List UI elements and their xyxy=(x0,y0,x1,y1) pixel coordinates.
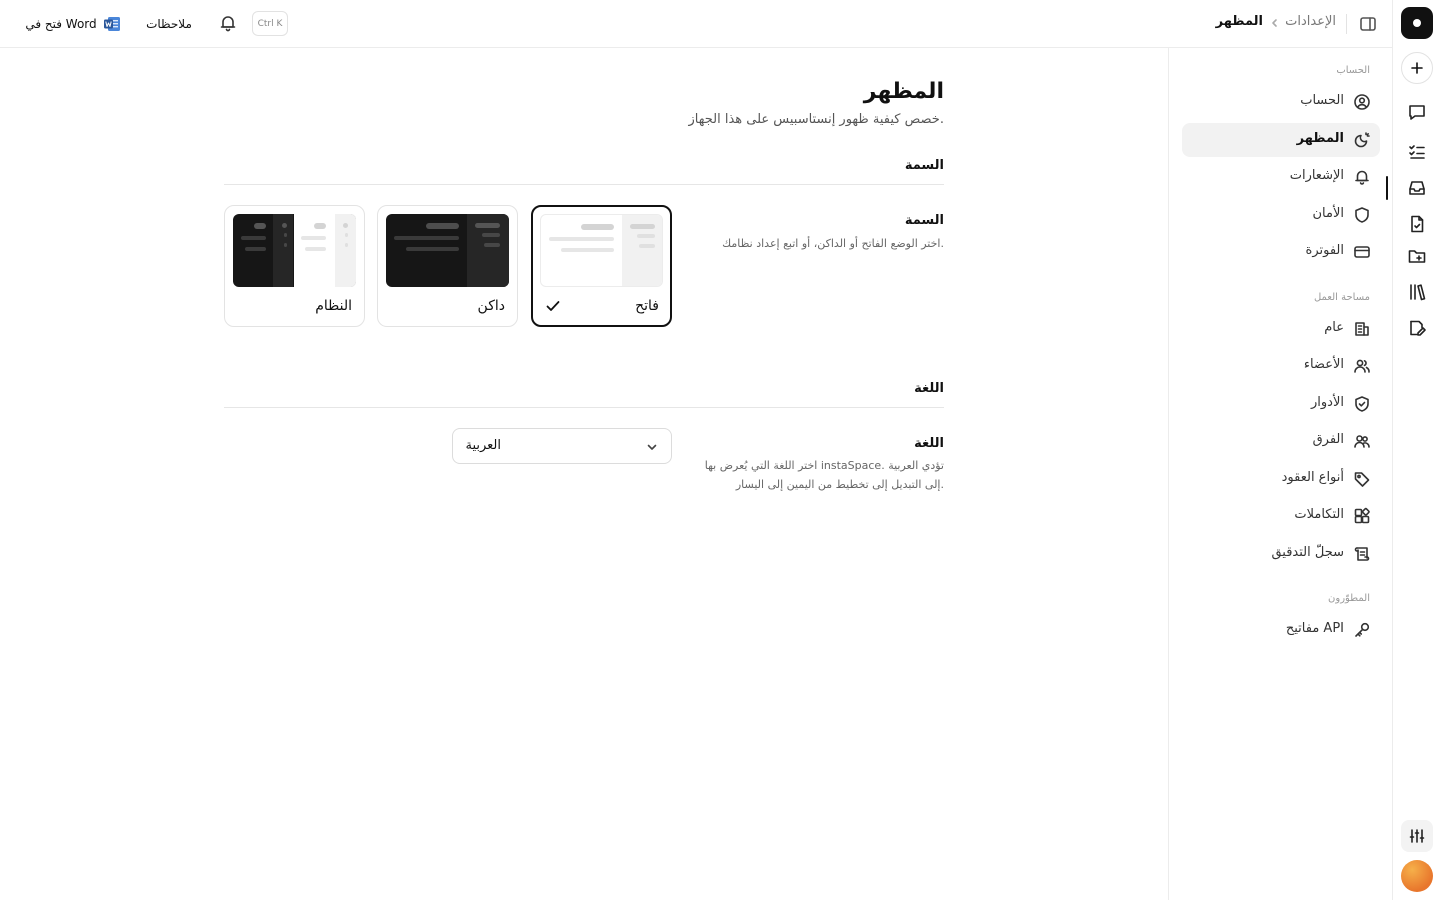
command-palette-shortcut[interactable]: Ctrl K xyxy=(252,11,288,36)
team-icon xyxy=(1353,432,1371,450)
credit-card-icon xyxy=(1353,243,1371,261)
app-rail xyxy=(1392,0,1440,900)
document-icon[interactable] xyxy=(1407,214,1427,234)
language-select-value: العربية xyxy=(465,438,501,453)
sidebar-item-label: التكاملات xyxy=(1294,507,1344,522)
sidebar-item-label: سجلّ التدقيق xyxy=(1271,545,1344,560)
bell-icon[interactable] xyxy=(218,13,238,33)
building-icon xyxy=(1353,320,1371,338)
theme-option-label: داكن xyxy=(477,298,505,314)
sidebar-item-billing[interactable]: الفوترة xyxy=(1182,235,1380,269)
preferences-icon[interactable] xyxy=(1401,820,1433,852)
shield-icon xyxy=(1353,206,1371,224)
language-section-title: اللغة xyxy=(914,381,944,396)
tasks-icon[interactable] xyxy=(1407,142,1427,162)
page-subtitle: خصص كيفية ظهور إنستاسبيس على هذا الجهاز. xyxy=(688,112,945,127)
breadcrumb-settings[interactable]: الإعدادات xyxy=(1285,14,1336,29)
chevron-left-icon xyxy=(1270,18,1280,28)
breadcrumb-current: المظهر xyxy=(1215,14,1263,29)
header-divider xyxy=(1346,14,1347,34)
sidebar-item-members[interactable]: الأعضاء xyxy=(1182,349,1380,383)
integrations-icon xyxy=(1353,507,1371,525)
open-in-word-button[interactable]: فتح في Word xyxy=(20,9,126,39)
key-icon xyxy=(1353,621,1371,639)
theme-option-system[interactable]: النظام xyxy=(224,205,365,327)
language-select[interactable]: العربية xyxy=(452,428,672,464)
theme-option-label: النظام xyxy=(315,298,352,314)
sidebar-item-label: الفرق xyxy=(1312,432,1344,447)
theme-option-dark[interactable]: داكن xyxy=(377,205,518,327)
section-divider xyxy=(224,184,944,185)
theme-option-label: فاتح xyxy=(635,298,659,314)
theme-preview-dark xyxy=(386,214,509,287)
theme-preview-system xyxy=(233,214,356,287)
open-in-word-label: فتح في Word xyxy=(25,17,97,31)
edit-icon[interactable] xyxy=(1407,318,1427,338)
theme-option-light[interactable]: فاتح xyxy=(531,205,672,327)
sidebar-item-label: الأعضاء xyxy=(1303,357,1344,372)
sidebar-item-integrations[interactable]: التكاملات xyxy=(1182,499,1380,533)
sidebar-item-label: أنواع العقود xyxy=(1281,470,1344,485)
tag-icon xyxy=(1353,470,1371,488)
bell-icon xyxy=(1353,168,1371,186)
folder-icon[interactable] xyxy=(1407,246,1427,266)
section-divider xyxy=(224,407,944,408)
scroll-icon xyxy=(1353,545,1371,563)
language-description-line1: اختر اللغة التي يُعرض بها instaSpace. تؤ… xyxy=(704,459,944,472)
library-icon[interactable] xyxy=(1407,282,1427,302)
language-description-line2: إلى التبديل إلى تخطيط من اليمين إلى اليس… xyxy=(735,478,944,491)
sidebar-item-label: الأمان xyxy=(1312,206,1345,221)
theme-section-title: السمة xyxy=(904,158,944,173)
users-icon xyxy=(1353,357,1371,375)
sidebar-item-label: الفوترة xyxy=(1305,243,1344,258)
shield-check-icon xyxy=(1353,395,1371,413)
sidebar-item-api-keys[interactable]: مفاتيح API xyxy=(1182,613,1380,647)
sidebar-item-label: الحساب xyxy=(1300,93,1344,108)
user-avatar[interactable] xyxy=(1401,860,1433,892)
nav-section-workspace: مساحة العمل xyxy=(1313,292,1370,303)
nav-section-developers: المطوّرون xyxy=(1328,593,1370,604)
settings-content: المظهر خصص كيفية ظهور إنستاسبيس على هذا … xyxy=(0,48,1168,900)
user-circle-icon xyxy=(1353,93,1371,111)
sidebar-item-label: مفاتيح API xyxy=(1285,621,1344,636)
sidebar-item-general[interactable]: عام xyxy=(1182,312,1380,346)
sidebar-item-account[interactable]: الحساب xyxy=(1182,85,1380,119)
sidebar-item-label: الإشعارات xyxy=(1289,168,1344,183)
sidebar-item-audit-log[interactable]: سجلّ التدقيق xyxy=(1182,537,1380,571)
appearance-icon xyxy=(1353,131,1371,149)
sidebar-item-appearance[interactable]: المظهر xyxy=(1182,123,1380,157)
page-title: المظهر xyxy=(863,79,944,104)
language-label: اللغة xyxy=(914,436,944,451)
app-logo[interactable] xyxy=(1401,7,1433,39)
theme-preview-light xyxy=(540,214,663,287)
new-icon[interactable] xyxy=(1401,52,1433,84)
word-icon xyxy=(103,16,121,32)
top-header: الإعدادات المظهر فتح في Word ملاحظات Ctr… xyxy=(0,0,1392,48)
active-indicator xyxy=(1386,176,1388,200)
sidebar-item-label: المظهر xyxy=(1296,131,1344,146)
notes-button[interactable]: ملاحظات xyxy=(138,9,200,39)
sidebar-item-contract-types[interactable]: أنواع العقود xyxy=(1182,462,1380,496)
inbox-icon[interactable] xyxy=(1407,178,1427,198)
sidebar-item-security[interactable]: الأمان xyxy=(1182,198,1380,232)
settings-sidebar: الحساب الحساب المظهر الإشعارات الأمان ال… xyxy=(1168,48,1392,900)
sidebar-item-teams[interactable]: الفرق xyxy=(1182,424,1380,458)
chat-icon[interactable] xyxy=(1407,102,1427,122)
nav-section-account: الحساب xyxy=(1336,65,1370,76)
sidebar-item-notifications[interactable]: الإشعارات xyxy=(1182,160,1380,194)
chevron-down-icon xyxy=(645,440,659,454)
sidebar-item-label: الأدوار xyxy=(1311,395,1344,410)
sidebar-item-roles[interactable]: الأدوار xyxy=(1182,387,1380,421)
theme-label: السمة xyxy=(904,213,944,228)
sidebar-toggle-icon[interactable] xyxy=(1359,15,1377,33)
sidebar-item-label: عام xyxy=(1324,320,1344,335)
checkmark-icon xyxy=(545,298,561,314)
theme-description: اختر الوضع الفاتح أو الداكن، أو اتبع إعد… xyxy=(722,237,944,250)
